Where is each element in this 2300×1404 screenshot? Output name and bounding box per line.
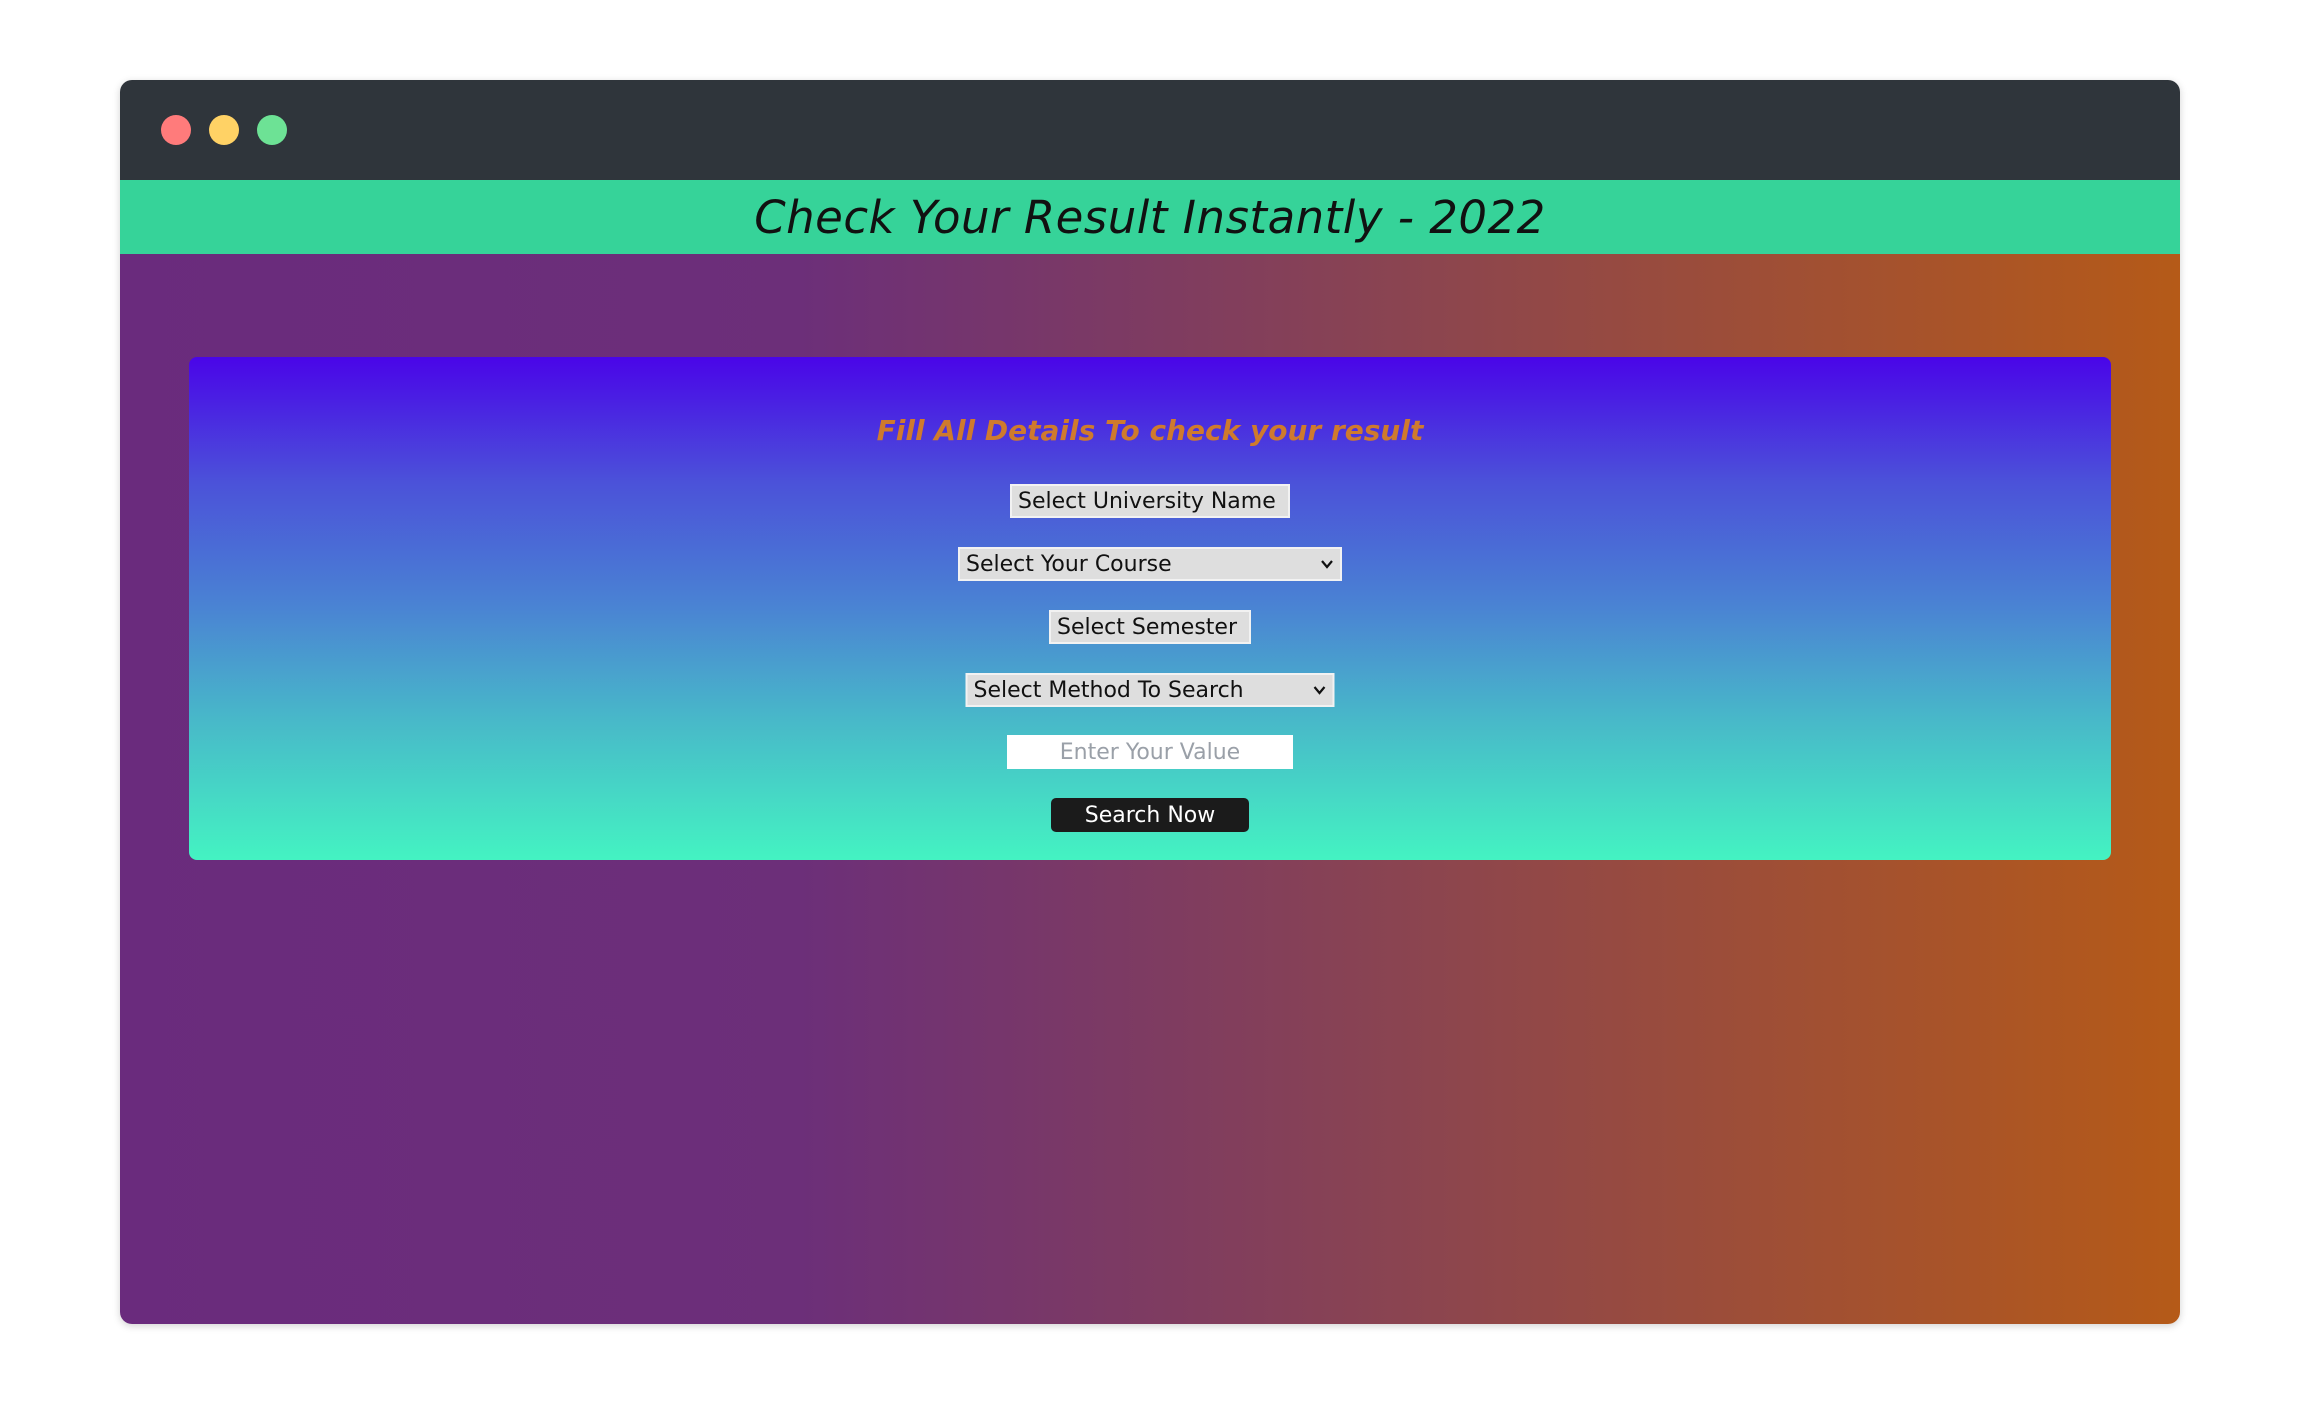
course-select[interactable]: Select Your Course <box>958 547 1342 581</box>
browser-window: Check Your Result Instantly - 2022 Fill … <box>120 80 2180 1324</box>
semester-select[interactable]: Select Semester <box>1049 610 1251 644</box>
university-select[interactable]: Select University Name <box>1010 484 1290 518</box>
form-heading: Fill All Details To check your result <box>876 414 1424 447</box>
page-title: Check Your Result Instantly - 2022 <box>754 190 1546 244</box>
search-now-button[interactable]: Search Now <box>1051 798 1249 832</box>
page-header: Check Your Result Instantly - 2022 <box>120 180 2180 254</box>
chevron-down-icon <box>1321 560 1333 569</box>
search-method-select-label: Select Method To Search <box>973 677 1244 703</box>
semester-select-label: Select Semester <box>1057 614 1237 640</box>
maximize-window-icon[interactable] <box>257 115 287 145</box>
page-body: Fill All Details To check your result Se… <box>120 254 2180 1324</box>
university-select-label: Select University Name <box>1018 488 1276 514</box>
minimize-window-icon[interactable] <box>209 115 239 145</box>
chevron-down-icon <box>1313 686 1326 695</box>
window-titlebar <box>120 80 2180 180</box>
course-select-label: Select Your Course <box>966 551 1172 577</box>
value-input[interactable] <box>1007 735 1293 769</box>
close-window-icon[interactable] <box>161 115 191 145</box>
result-form-card: Fill All Details To check your result Se… <box>189 357 2111 860</box>
search-method-select[interactable]: Select Method To Search <box>965 673 1335 707</box>
